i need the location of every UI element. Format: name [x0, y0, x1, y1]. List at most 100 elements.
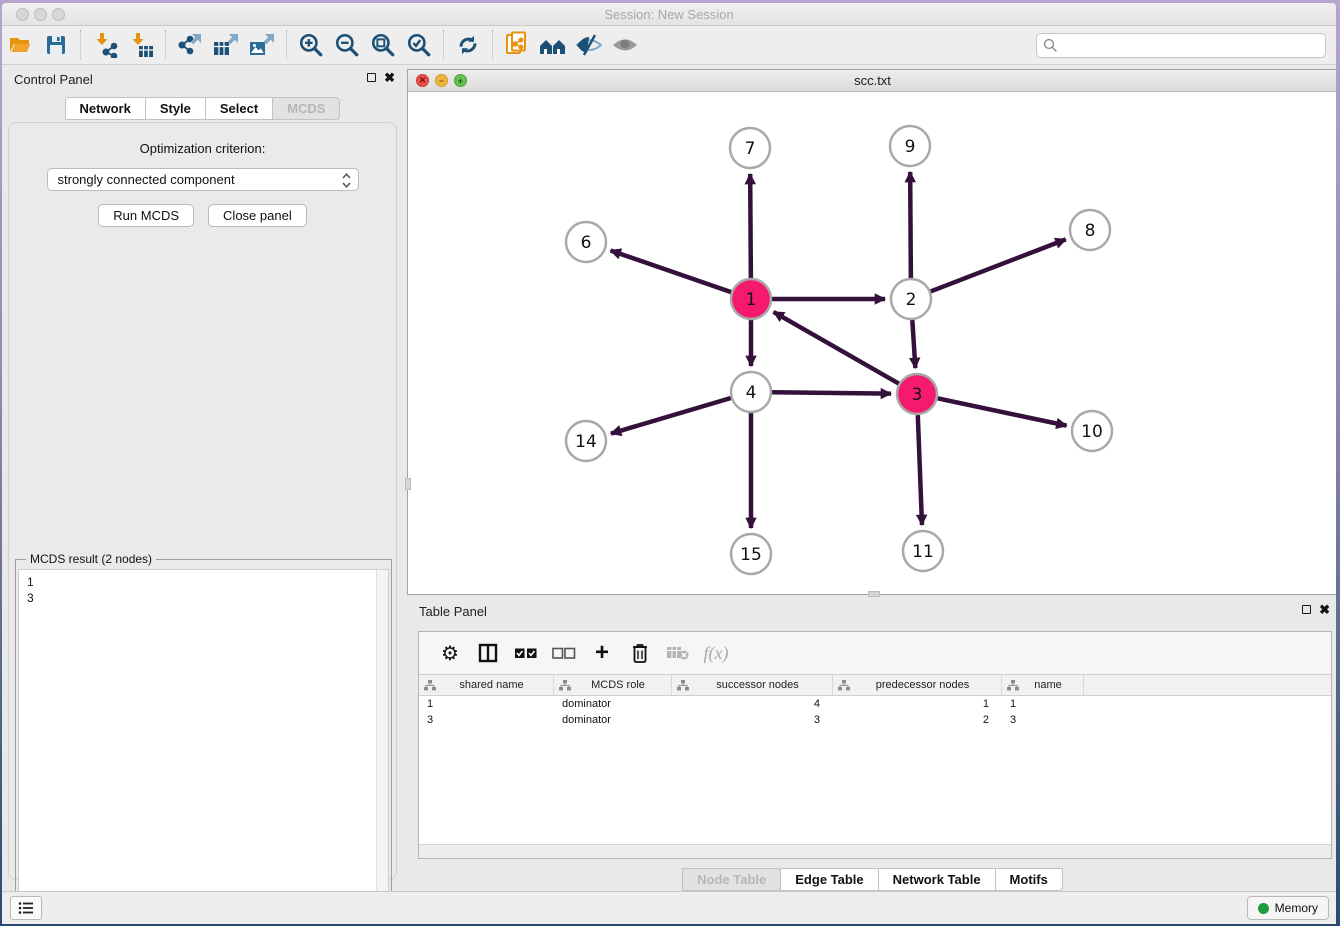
float-table-panel-icon[interactable] [1302, 605, 1311, 614]
select-all-button[interactable] [507, 636, 545, 670]
column-header-predecessor-nodes[interactable]: predecessor nodes [833, 675, 1002, 695]
graph-edge-3-11[interactable] [918, 415, 922, 525]
graph-node-2[interactable]: 2 [891, 279, 931, 319]
horizontal-splitter-handle[interactable] [868, 591, 880, 597]
mcds-result-textarea[interactable]: 13 [18, 569, 389, 924]
export-table-button[interactable] [208, 29, 244, 61]
zoom-in-button[interactable] [293, 29, 329, 61]
tab-network[interactable]: Network [65, 97, 146, 120]
import-table-file-button[interactable] [123, 29, 159, 61]
graph-node-14[interactable]: 14 [566, 421, 606, 461]
task-history-button[interactable] [10, 896, 42, 920]
mcds-result-lines: 13 [27, 574, 388, 606]
function-builder-button[interactable]: f(x) [697, 636, 735, 670]
table-tab-edge-table[interactable]: Edge Table [780, 868, 878, 891]
column-type-icon [424, 680, 436, 691]
graph-node-8[interactable]: 8 [1070, 210, 1110, 250]
graph-node-label: 7 [745, 139, 756, 159]
show-hide-view-button[interactable] [607, 29, 643, 61]
trash-icon [630, 642, 650, 664]
column-header-mcds-role[interactable]: MCDS role [554, 675, 672, 695]
column-type-icon [559, 680, 571, 691]
graph-edge-3-10[interactable] [938, 398, 1067, 425]
table-rows: 1dominator4113dominator323 [419, 696, 1331, 844]
memory-button[interactable]: Memory [1247, 896, 1329, 920]
graph-node-1[interactable]: 1 [731, 279, 771, 319]
table-tab-network-table[interactable]: Network Table [878, 868, 996, 891]
open-session-button[interactable] [2, 29, 38, 61]
close-panel-icon[interactable]: ✖ [384, 72, 395, 83]
search-input[interactable] [1036, 33, 1326, 58]
graph-edge-2-3[interactable] [912, 320, 915, 368]
deselect-all-button[interactable] [545, 636, 583, 670]
close-table-panel-icon[interactable]: ✖ [1319, 604, 1330, 615]
graph-edge-4-3[interactable] [772, 392, 891, 393]
graph-edge-2-9[interactable] [910, 172, 911, 278]
vertical-splitter-handle[interactable] [405, 478, 411, 490]
new-network-from-file-button[interactable] [499, 29, 535, 61]
graph-node-3[interactable]: 3 [897, 374, 937, 414]
tab-style[interactable]: Style [145, 97, 206, 120]
export-image-button[interactable] [244, 29, 280, 61]
optimization-criterion-select[interactable]: strongly connected component [47, 168, 359, 191]
zoom-fit-button[interactable] [365, 29, 401, 61]
optimization-criterion-label: Optimization criterion: [9, 141, 396, 156]
graph-node-label: 15 [740, 545, 762, 565]
column-header-successor-nodes[interactable]: successor nodes [672, 675, 833, 695]
column-header-shared-name[interactable]: shared name [419, 675, 554, 695]
toggle-graphics-details-button[interactable] [571, 29, 607, 61]
window-title: Session: New Session [2, 7, 1336, 22]
columns-icon [478, 643, 498, 663]
graph-edge-1-7[interactable] [750, 174, 751, 278]
table-cell: 4 [672, 696, 833, 712]
add-column-button[interactable]: + [583, 636, 621, 670]
graph-edge-3-1[interactable] [774, 312, 899, 384]
zoom-fit-icon [370, 32, 396, 58]
table-horizontal-scrollbar[interactable] [419, 844, 1331, 858]
table-row[interactable]: 3dominator323 [419, 712, 1331, 728]
graph-node-15[interactable]: 15 [731, 534, 771, 574]
show-all-networks-button[interactable] [535, 29, 571, 61]
column-header-name[interactable]: name [1002, 675, 1084, 695]
save-session-button[interactable] [38, 29, 74, 61]
table-cell: 3 [672, 712, 833, 728]
graph-node-11[interactable]: 11 [903, 531, 943, 571]
table-settings-button[interactable]: ⚙ [431, 636, 469, 670]
table-tab-motifs[interactable]: Motifs [995, 868, 1063, 891]
tab-select[interactable]: Select [205, 97, 273, 120]
network-graph: 1 2 3 4 6 7 8 9 10 11 14 15 [408, 92, 1336, 594]
import-network-file-button[interactable] [87, 29, 123, 61]
column-visibility-button[interactable] [469, 636, 507, 670]
toolbar-separator [80, 30, 81, 60]
float-panel-icon[interactable] [367, 73, 376, 82]
graph-node-6[interactable]: 6 [566, 222, 606, 262]
table-tabs: Node TableEdge TableNetwork TableMotifs [407, 868, 1336, 891]
graph-node-10[interactable]: 10 [1072, 411, 1112, 451]
network-canvas[interactable]: 1 2 3 4 6 7 8 9 10 11 14 15 [408, 92, 1336, 594]
delete-column-button[interactable] [621, 636, 659, 670]
control-panel-title: Control Panel [14, 72, 93, 87]
graph-edge-4-14[interactable] [611, 398, 731, 434]
zoom-selected-button[interactable] [401, 29, 437, 61]
graphics-details-eye-icon [575, 33, 603, 57]
graph-edge-1-6[interactable] [611, 250, 732, 292]
zoom-out-button[interactable] [329, 29, 365, 61]
export-network-button[interactable] [172, 29, 208, 61]
unchecked-boxes-icon [552, 646, 576, 660]
tab-mcds[interactable]: MCDS [272, 97, 340, 120]
result-scrollbar[interactable] [376, 570, 388, 924]
graph-edge-2-8[interactable] [931, 239, 1066, 291]
control-panel-tabs: NetworkStyleSelectMCDS [2, 97, 403, 120]
graph-node-4[interactable]: 4 [731, 372, 771, 412]
run-mcds-button[interactable]: Run MCDS [98, 204, 194, 227]
table-row[interactable]: 1dominator411 [419, 696, 1331, 712]
graph-node-9[interactable]: 9 [890, 126, 930, 166]
graph-node-7[interactable]: 7 [730, 128, 770, 168]
export-network-icon [177, 32, 203, 58]
close-panel-button[interactable]: Close panel [208, 204, 307, 227]
mcds-result-node: 1 [27, 574, 388, 590]
table-tab-node-table[interactable]: Node Table [682, 868, 781, 891]
apply-preferred-layout-button[interactable] [450, 29, 486, 61]
delete-table-button[interactable] [659, 636, 697, 670]
zoom-selected-icon [406, 32, 432, 58]
